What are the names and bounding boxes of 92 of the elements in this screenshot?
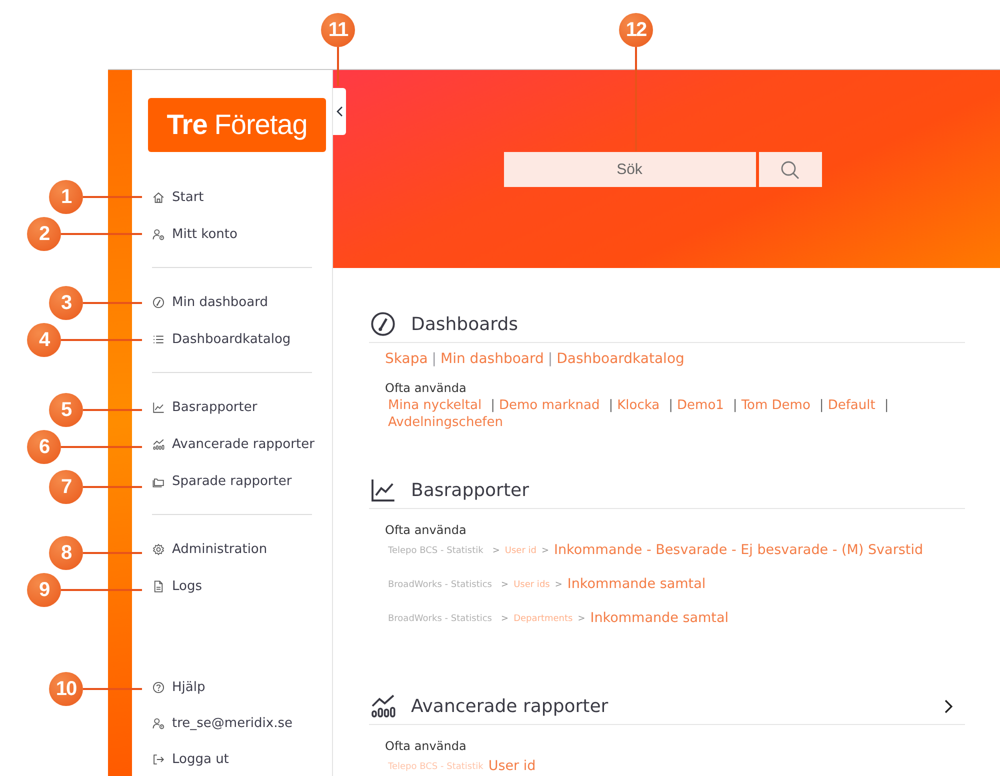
separator: | <box>668 398 674 413</box>
report-level-link[interactable]: Departments <box>514 614 573 624</box>
sidebar-item[interactable]: Administration <box>132 531 332 568</box>
report-source: Telepo BCS - Statistik <box>388 762 484 772</box>
sidebar-item[interactable]: Sparade rapporter <box>132 463 332 500</box>
line-chart-icon <box>152 401 165 414</box>
leader-line <box>83 196 142 198</box>
callout-badge: 9 <box>27 573 61 607</box>
separator: | <box>608 398 614 413</box>
home-icon <box>152 191 165 204</box>
separator: | <box>732 398 738 413</box>
report-source: BroadWorks - Statistics <box>388 580 492 590</box>
sidebar-item[interactable]: Mitt konto <box>132 216 332 253</box>
separator: | <box>490 398 495 413</box>
chevron-right-icon[interactable] <box>944 698 953 714</box>
user-gear-icon <box>152 716 165 730</box>
leader-line <box>83 552 142 554</box>
sidebar-item[interactable]: Start <box>132 179 332 216</box>
report-level-link[interactable]: User id <box>504 546 536 556</box>
callout-badge: 10 <box>49 672 83 706</box>
dashboard-link[interactable]: Dashboardkatalog <box>556 351 684 367</box>
separator: | <box>432 351 437 367</box>
settings-icon <box>152 543 165 556</box>
leader-line <box>83 486 142 488</box>
bar-chart-icon <box>369 692 397 720</box>
leader-line <box>337 47 339 86</box>
section-label: Ofta använda <box>385 523 468 537</box>
report-level-link[interactable]: User ids <box>514 580 550 590</box>
report-link[interactable]: Inkommande samtal <box>590 610 728 626</box>
gauge-icon <box>152 296 165 309</box>
separator: | <box>884 398 889 413</box>
callout-badge: 5 <box>49 393 83 427</box>
breadcrumb-separator: > <box>492 546 500 556</box>
sidebar-item[interactable]: Dashboardkatalog <box>132 321 332 358</box>
breadcrumb-separator: > <box>501 614 509 624</box>
search-field[interactable]: Sök <box>504 152 756 187</box>
dashboard-link[interactable]: Default <box>828 398 876 413</box>
gauge-icon <box>369 310 397 338</box>
breadcrumb-separator: > <box>501 580 509 590</box>
separator: | <box>548 351 553 367</box>
section-label: Ofta använda <box>385 739 468 753</box>
section-label: Ofta använda <box>385 381 468 395</box>
dashboard-link[interactable]: Mina nyckeltal <box>388 398 482 413</box>
search-icon <box>780 160 800 180</box>
chevron-left-icon <box>336 106 343 117</box>
report-link[interactable]: Inkommande samtal <box>567 576 706 592</box>
section-title: Basrapporter <box>411 480 530 500</box>
dashboard-link[interactable]: Min dashboard <box>440 351 544 367</box>
user-gear-icon <box>152 228 165 241</box>
callout-badge: 11 <box>321 13 355 47</box>
breadcrumb-separator: > <box>554 580 562 590</box>
sidebar-item[interactable]: tre_se@meridix.se <box>132 705 332 741</box>
dashboard-link[interactable]: Demo marknad <box>499 398 600 413</box>
breadcrumb-separator: > <box>541 546 550 556</box>
sidebar-item[interactable]: Basrapporter <box>132 389 332 426</box>
callout-badge: 12 <box>619 13 653 47</box>
logout-icon <box>152 752 165 766</box>
help-icon <box>152 680 165 694</box>
report-source: BroadWorks - Statistics <box>388 614 492 624</box>
leader-line <box>83 409 142 411</box>
callout-badge: 1 <box>49 180 83 214</box>
leader-line <box>83 688 142 690</box>
dashboard-link[interactable]: Tom Demo <box>741 398 810 413</box>
callout-badge: 4 <box>27 323 61 357</box>
search-button[interactable] <box>758 152 822 187</box>
document-icon <box>152 580 165 593</box>
callout-badge: 2 <box>27 217 61 251</box>
sidebar-item[interactable]: Min dashboard <box>132 284 332 321</box>
callout-badge: 6 <box>27 430 61 464</box>
callout-badge: 3 <box>49 286 83 320</box>
logo[interactable]: Tre Företag <box>148 98 326 152</box>
bar-chart-icon <box>152 438 165 451</box>
sidebar-item[interactable]: Avancerade rapporter <box>132 426 332 463</box>
callout-badge: 8 <box>49 536 83 570</box>
list-icon <box>152 333 165 346</box>
separator: | <box>819 398 824 413</box>
report-source: Telepo BCS - Statistik <box>388 546 484 556</box>
sidebar-item[interactable]: Hjälp <box>132 669 332 705</box>
report-link[interactable]: User id <box>488 758 536 774</box>
breadcrumb-separator: > <box>578 614 586 624</box>
collapse-button[interactable] <box>333 88 346 135</box>
section-title: Dashboards <box>411 314 520 334</box>
report-link[interactable]: Inkommande - Besvarade - Ej besvarade - (M) Svarstid <box>554 542 924 558</box>
dashboard-link[interactable]: Demo1 <box>677 398 724 413</box>
dashboard-link[interactable]: Skapa <box>385 351 428 367</box>
sidebar-item[interactable]: Logs <box>132 568 332 605</box>
sidebar-item[interactable]: Logga ut <box>132 741 332 776</box>
section-title: Avancerade rapporter <box>411 696 610 716</box>
dashboard-link[interactable]: Avdelningschefen <box>388 415 504 430</box>
leader-line <box>83 302 142 304</box>
callout-badge: 7 <box>49 470 83 504</box>
dashboard-link[interactable]: Klocka <box>617 398 660 413</box>
